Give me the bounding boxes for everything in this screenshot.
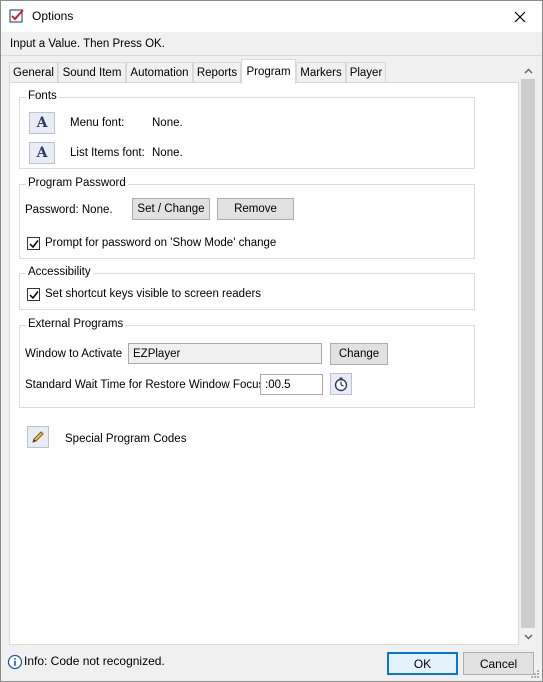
cancel-button[interactable]: Cancel bbox=[463, 652, 534, 675]
menu-font-label: Menu font: bbox=[70, 117, 125, 129]
set-change-password-button[interactable]: Set / Change bbox=[132, 198, 210, 220]
list-items-font-value: None. bbox=[152, 147, 183, 159]
program-password-group: Program Password Password: None. Set / C… bbox=[19, 177, 475, 259]
tab-markers[interactable]: Markers bbox=[296, 62, 346, 83]
password-status-text: Password: None. bbox=[25, 204, 113, 216]
list-items-font-label: List Items font: bbox=[70, 147, 145, 159]
prompt-password-checkbox[interactable] bbox=[27, 237, 40, 250]
prompt-text: Input a Value. Then Press OK. bbox=[10, 38, 165, 50]
checklist-app-icon bbox=[9, 9, 24, 23]
status-bar: Info: Code not recognized. OK Cancel bbox=[1, 646, 542, 681]
program-password-group-title: Program Password bbox=[26, 177, 128, 189]
program-tab-page: Fonts A Menu font: None. A List Items fo… bbox=[9, 82, 519, 645]
tab-automation[interactable]: Automation bbox=[126, 62, 193, 83]
scrollbar-thumb[interactable] bbox=[521, 79, 535, 628]
tab-general[interactable]: General bbox=[9, 62, 58, 83]
wait-time-field[interactable] bbox=[260, 374, 323, 395]
menu-font-button[interactable]: A bbox=[29, 112, 55, 134]
info-icon bbox=[7, 654, 23, 670]
resize-grip-icon[interactable] bbox=[530, 669, 540, 679]
scroll-down-button[interactable] bbox=[519, 628, 537, 645]
special-program-codes-label: Special Program Codes bbox=[65, 433, 187, 445]
checkmark-icon bbox=[28, 290, 39, 299]
tab-player[interactable]: Player bbox=[346, 62, 386, 83]
close-icon bbox=[514, 11, 526, 22]
title-bar: Options bbox=[1, 1, 542, 32]
screen-reader-shortcuts-label: Set shortcut keys visible to screen read… bbox=[45, 288, 262, 300]
external-programs-group-title: External Programs bbox=[26, 318, 126, 330]
vertical-scrollbar[interactable] bbox=[519, 62, 537, 645]
chevron-down-icon bbox=[524, 634, 532, 639]
tab-sound-item[interactable]: Sound Item bbox=[58, 62, 126, 83]
chevron-up-icon bbox=[524, 68, 532, 73]
accessibility-group: Accessibility Set shortcut keys visible … bbox=[19, 266, 475, 310]
tab-reports[interactable]: Reports bbox=[193, 62, 241, 83]
status-message: Info: Code not recognized. bbox=[24, 654, 165, 668]
remove-password-button[interactable]: Remove bbox=[217, 198, 294, 220]
close-button[interactable] bbox=[498, 1, 542, 32]
accessibility-group-title: Accessibility bbox=[26, 266, 93, 278]
change-window-button[interactable]: Change bbox=[330, 343, 388, 365]
wait-time-label: Standard Wait Time for Restore Window Fo… bbox=[25, 379, 265, 391]
list-items-font-button[interactable]: A bbox=[29, 142, 55, 164]
window-to-activate-field[interactable] bbox=[128, 343, 322, 364]
checkmark-icon bbox=[28, 239, 39, 248]
screen-reader-shortcuts-checkbox[interactable] bbox=[27, 288, 40, 301]
fonts-group: Fonts A Menu font: None. A List Items fo… bbox=[19, 90, 475, 169]
tab-program[interactable]: Program bbox=[241, 59, 296, 84]
fonts-group-title: Fonts bbox=[26, 90, 59, 102]
prompt-bar: Input a Value. Then Press OK. bbox=[1, 33, 542, 56]
special-program-codes-button[interactable] bbox=[27, 426, 49, 448]
tab-strip: General Sound Item Automation Reports Pr… bbox=[9, 59, 519, 84]
window-to-activate-label: Window to Activate bbox=[25, 348, 123, 360]
prompt-password-label: Prompt for password on 'Show Mode' chang… bbox=[45, 237, 277, 249]
menu-font-value: None. bbox=[152, 117, 183, 129]
scroll-up-button[interactable] bbox=[519, 62, 537, 79]
options-window: Options Input a Value. Then Press OK. Ge… bbox=[0, 0, 543, 682]
external-programs-group: External Programs Window to Activate Cha… bbox=[19, 318, 475, 408]
pencil-icon bbox=[32, 431, 44, 443]
ok-button[interactable]: OK bbox=[387, 652, 458, 675]
window-title: Options bbox=[32, 9, 74, 23]
stopwatch-icon bbox=[334, 377, 348, 392]
wait-time-timer-button[interactable] bbox=[330, 373, 352, 395]
